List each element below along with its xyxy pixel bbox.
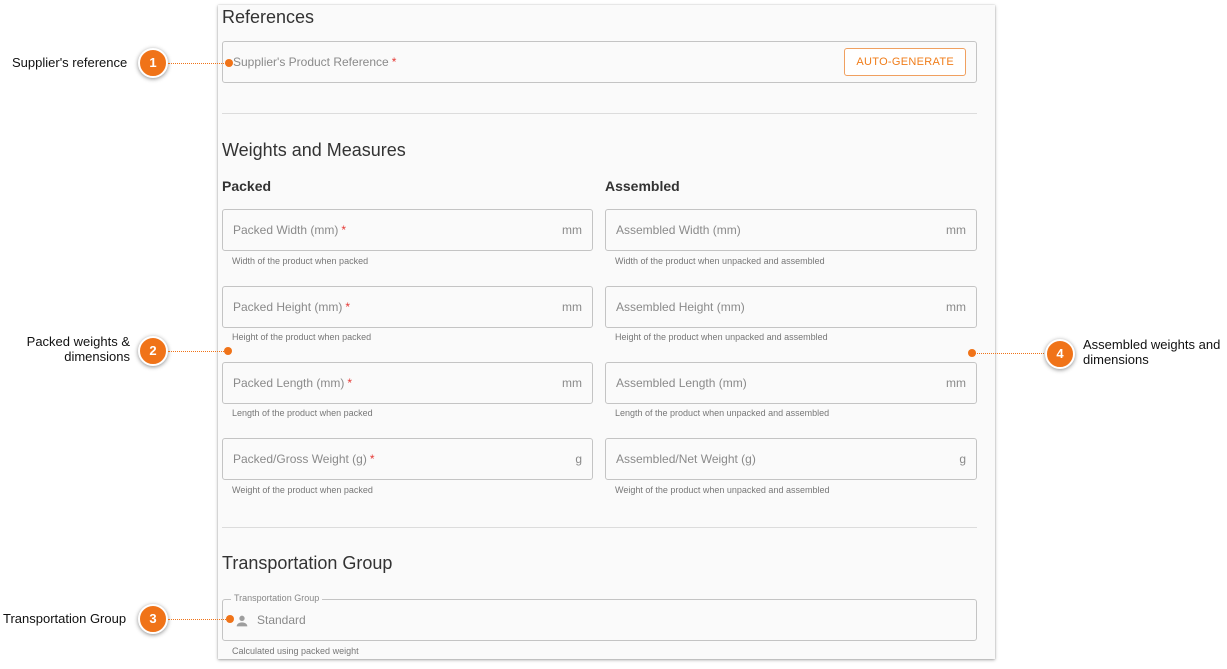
callout-label-3: Transportation Group	[3, 611, 127, 626]
weights-measures-title: Weights and Measures	[222, 140, 406, 160]
callout-dot-2	[224, 347, 232, 355]
assembled-subtitle: Assembled	[605, 178, 680, 194]
callout-line-4	[974, 353, 1046, 354]
callout-badge-1: 1	[138, 48, 168, 78]
packed-length-helper: Length of the product when packed	[232, 408, 373, 418]
unit-label: mm	[562, 376, 582, 390]
assembled-height-helper: Height of the product when unpacked and …	[615, 332, 828, 342]
callout-dot-1	[225, 59, 233, 67]
packed-height-helper: Height of the product when packed	[232, 332, 372, 342]
unit-label: mm	[946, 223, 966, 237]
assembled-width-field[interactable]: Assembled Width (mm) mm	[605, 209, 977, 251]
callout-badge-3: 3	[138, 604, 168, 634]
unit-label: mm	[946, 300, 966, 314]
section-divider	[222, 113, 977, 114]
callout-badge-2: 2	[138, 336, 168, 366]
references-title: References	[222, 7, 315, 27]
callout-line-3	[168, 619, 230, 620]
unit-label: mm	[562, 223, 582, 237]
callout-label-2: Packed weights & dimensions	[26, 334, 130, 364]
packed-subtitle: Packed	[222, 178, 272, 194]
transportation-group-title: Transportation Group	[222, 553, 393, 573]
callout-dot-3	[226, 615, 234, 623]
person-icon	[236, 615, 248, 627]
transportation-group-select[interactable]: Transportation Group Standard	[222, 593, 977, 641]
callout-label-1: Supplier's reference	[12, 55, 128, 70]
assembled-height-field[interactable]: Assembled Height (mm) mm	[605, 286, 977, 328]
assembled-width-helper: Width of the product when unpacked and a…	[615, 256, 825, 266]
transportation-group-legend: Transportation Group	[231, 593, 323, 603]
callout-badge-4: 4	[1045, 339, 1075, 369]
packed-height-field[interactable]: Packed Height (mm) * mm	[222, 286, 593, 328]
auto-generate-button[interactable]: AUTO-GENERATE	[844, 48, 966, 76]
unit-label: mm	[562, 300, 582, 314]
packed-length-field[interactable]: Packed Length (mm) * mm	[222, 362, 593, 404]
packed-width-helper: Width of the product when packed	[232, 256, 369, 266]
packed-weight-helper: Weight of the product when packed	[232, 485, 373, 495]
unit-label: mm	[946, 376, 966, 390]
assembled-weight-field[interactable]: Assembled/Net Weight (g) g	[605, 438, 977, 480]
assembled-weight-helper: Weight of the product when unpacked and …	[615, 485, 830, 495]
unit-label: g	[575, 452, 582, 466]
product-form-panel: References Supplier's Product Reference *…	[218, 5, 995, 659]
callout-label-4: Assembled weights and dimensions	[1083, 337, 1221, 367]
supplier-reference-placeholder: Supplier's Product Reference *	[233, 55, 397, 69]
callout-line-2	[168, 351, 228, 352]
supplier-reference-field[interactable]: Supplier's Product Reference * AUTO-GENER…	[222, 41, 977, 83]
section-divider	[222, 527, 977, 528]
unit-label: g	[959, 452, 966, 466]
assembled-length-helper: Length of the product when unpacked and …	[615, 408, 830, 418]
packed-width-field[interactable]: Packed Width (mm) * mm	[222, 209, 593, 251]
transportation-group-value: Standard	[257, 613, 306, 627]
packed-weight-field[interactable]: Packed/Gross Weight (g) * g	[222, 438, 593, 480]
callout-line-1	[168, 63, 228, 64]
transportation-group-helper: Calculated using packed weight	[232, 646, 359, 656]
assembled-length-field[interactable]: Assembled Length (mm) mm	[605, 362, 977, 404]
